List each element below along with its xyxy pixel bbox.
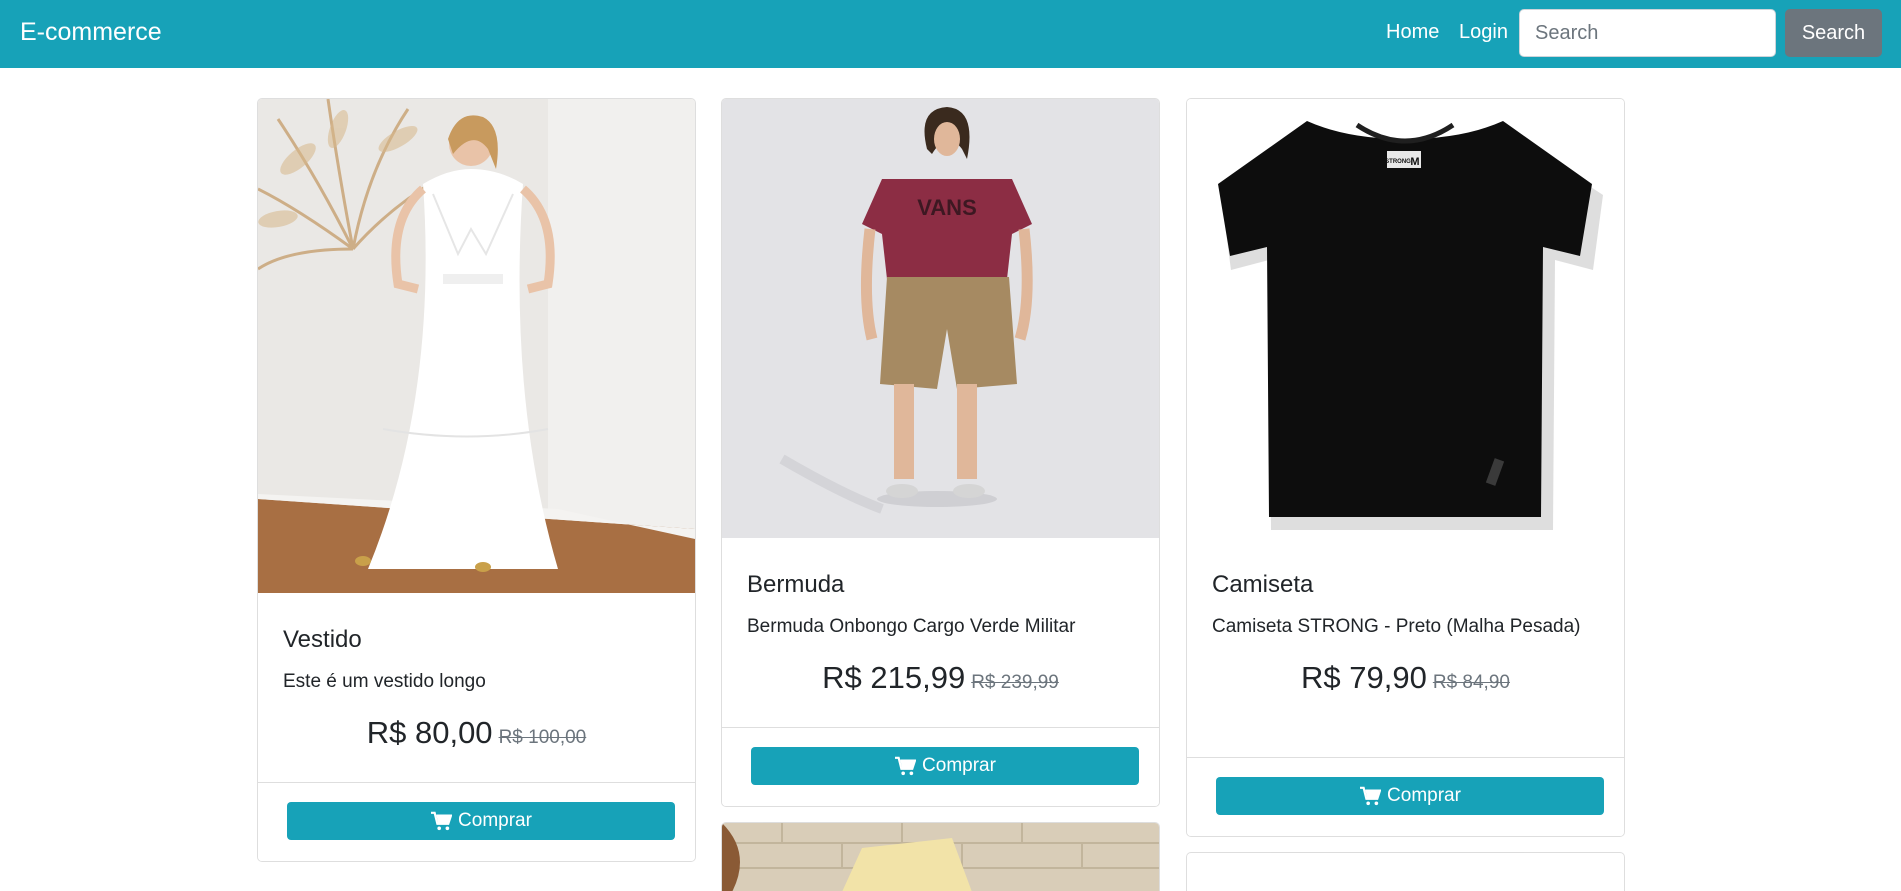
tshirt-label-text: STRONG: [1385, 159, 1411, 165]
cart-icon: [1360, 786, 1382, 806]
svg-text:M: M: [1410, 156, 1419, 168]
buy-button-label: Comprar: [922, 755, 996, 776]
brand-logo[interactable]: E-commerce: [20, 16, 162, 48]
buy-button[interactable]: Comprar: [751, 747, 1139, 785]
product-price: R$ 215,99: [822, 660, 966, 695]
nav-link-login[interactable]: Login: [1459, 20, 1508, 45]
shorts-model-photo: VANS: [722, 99, 1159, 538]
search-button[interactable]: Search: [1785, 9, 1882, 57]
cart-icon: [895, 756, 917, 776]
buy-button-label: Comprar: [1387, 785, 1461, 806]
product-description: Bermuda Onbongo Cargo Verde Militar: [747, 616, 1076, 637]
white-dress-photo: [258, 99, 695, 593]
search-input[interactable]: [1519, 9, 1776, 57]
nav-link-home[interactable]: Home: [1386, 20, 1439, 45]
cart-icon: [431, 811, 453, 831]
card-body: Vestido Este é um vestido longo R$ 80,00…: [258, 625, 695, 751]
buy-button[interactable]: Comprar: [287, 802, 675, 840]
product-description: Camiseta STRONG - Preto (Malha Pesada): [1212, 616, 1581, 637]
card-body: Bermuda Bermuda Onbongo Cargo Verde Mili…: [722, 570, 1159, 696]
product-card-camiseta: STRONG M Camiseta Camiseta STRONG - Pret…: [1186, 98, 1625, 837]
product-card-partial: [1186, 852, 1625, 891]
product-old-price: R$ 239,99: [971, 672, 1059, 693]
product-title: Vestido: [283, 626, 362, 653]
product-old-price: R$ 84,90: [1432, 672, 1510, 693]
product-description: Este é um vestido longo: [283, 671, 486, 692]
card-footer: Comprar: [722, 727, 1159, 806]
black-tshirt-photo: STRONG M: [1187, 99, 1624, 538]
product-price: R$ 80,00: [366, 715, 493, 750]
product-image-camiseta: STRONG M: [1187, 99, 1624, 538]
product-image-bermuda: VANS: [722, 99, 1159, 538]
product-card-vestido: Vestido Este é um vestido longo R$ 80,00…: [257, 98, 696, 862]
product-card-bermuda: VANS Bermuda Bermuda Onbongo Cargo Verde…: [721, 98, 1160, 807]
product-image-partial: [722, 823, 1159, 891]
product-image-vestido: [258, 99, 695, 593]
price-row: R$ 80,00 R$ 100,00: [283, 715, 670, 751]
buy-button[interactable]: Comprar: [1216, 777, 1604, 815]
product-title: Bermuda: [747, 571, 845, 598]
price-row: R$ 215,99 R$ 239,99: [747, 660, 1134, 696]
card-footer: Comprar: [258, 782, 695, 861]
product-price: R$ 79,90: [1301, 660, 1427, 695]
card-body: Camiseta Camiseta STRONG - Preto (Malha …: [1187, 570, 1624, 696]
navbar: E-commerce Home Login Search: [0, 0, 1901, 68]
price-row: R$ 79,90 R$ 84,90: [1212, 660, 1599, 696]
product-title: Camiseta: [1212, 571, 1314, 598]
buy-button-label: Comprar: [458, 810, 532, 831]
card-footer: Comprar: [1187, 757, 1624, 836]
tshirt-logo-text: VANS: [917, 195, 977, 220]
product-card-partial: [721, 822, 1160, 891]
product-old-price: R$ 100,00: [498, 727, 587, 748]
